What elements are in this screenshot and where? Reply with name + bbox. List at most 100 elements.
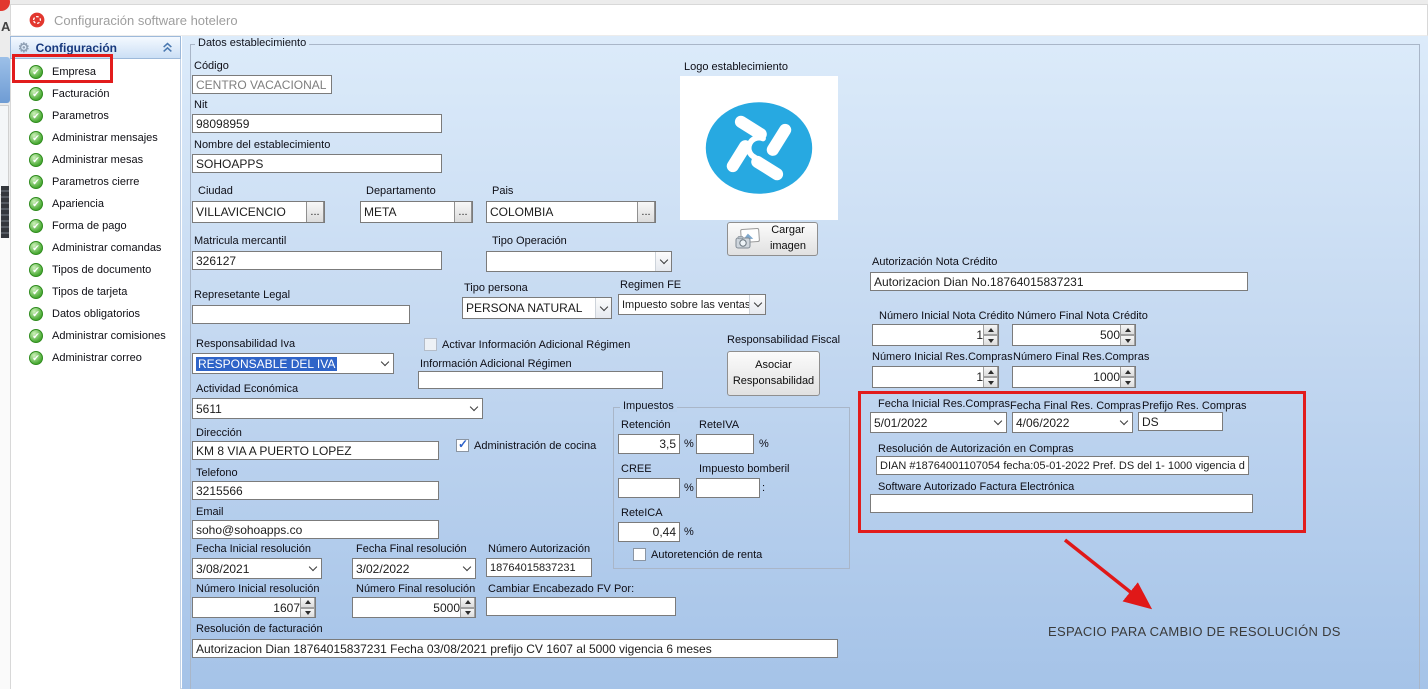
spin-down-button[interactable] (1120, 335, 1135, 346)
sidebar-item-administrar-mesas[interactable]: ✔Administrar mesas (10, 150, 181, 170)
check-icon: ✔ (29, 329, 43, 343)
chevron-down-icon[interactable] (655, 251, 671, 272)
fecha-final-resolucion-picker[interactable]: 3/02/2022 (352, 558, 476, 579)
sidebar-item-administrar-correo[interactable]: ✔Administrar correo (10, 348, 181, 368)
spin-up-button[interactable] (983, 324, 998, 335)
activar-info-checkbox[interactable] (424, 338, 437, 351)
autoretencion-checkbox[interactable] (633, 548, 646, 561)
sidebar-item-administrar-comisiones[interactable]: ✔Administrar comisiones (10, 326, 181, 346)
check-icon: ✔ (29, 153, 43, 167)
pais-field[interactable]: COLOMBIA ... (486, 201, 656, 223)
regimen-fe-select[interactable]: Impuesto sobre las ventas (618, 294, 766, 315)
spin-down-button[interactable] (1120, 377, 1135, 388)
check-icon: ✔ (29, 351, 43, 365)
sidebar-item-administrar-comandas[interactable]: ✔Administrar comandas (10, 238, 181, 258)
sidebar-item-parametros[interactable]: ✔Parametros (10, 106, 181, 126)
retencion-field[interactable]: 3,5 (618, 434, 680, 454)
sidebar-item-forma-de-pago[interactable]: ✔Forma de pago (10, 216, 181, 236)
percent-label: % (684, 438, 694, 450)
spin-up-button[interactable] (300, 597, 315, 608)
cargar-imagen-button[interactable]: Cargar imagen (727, 222, 818, 256)
admin-cocina-checkbox[interactable] (456, 439, 469, 452)
numero-inicial-nc-stepper[interactable]: 1 (872, 324, 999, 346)
responsabilidad-iva-select[interactable]: RESPONSABLE DEL IVA (192, 353, 394, 374)
tipo-operacion-select[interactable] (486, 251, 672, 272)
numero-final-resolucion-stepper[interactable]: 5000 (352, 597, 476, 618)
ciudad-field[interactable]: VILLAVICENCIO ... (192, 201, 325, 223)
email-field[interactable]: soho@sohoapps.co (192, 520, 439, 539)
sidebar-item-label: Tipos de tarjeta (52, 286, 127, 298)
numero-final-nc-stepper[interactable]: 500 (1012, 324, 1136, 346)
bomberil-field[interactable] (696, 478, 760, 498)
chevron-down-icon[interactable] (990, 412, 1006, 433)
fecha-final-rc-picker[interactable]: 4/06/2022 (1012, 412, 1133, 433)
sidebar-item-tipos-de-documento[interactable]: ✔Tipos de documento (10, 260, 181, 280)
resolucion-compras-label: Resolución de Autorización en Compras (878, 443, 1074, 455)
spin-down-button[interactable] (300, 608, 315, 619)
matricula-field[interactable]: 326127 (192, 251, 442, 270)
sidebar-item-facturación[interactable]: ✔Facturación (10, 84, 181, 104)
software-fe-field[interactable] (870, 494, 1253, 513)
spin-down-button[interactable] (983, 377, 998, 388)
check-icon: ✔ (29, 131, 43, 145)
spin-down-button[interactable] (983, 335, 998, 346)
chevron-down-icon[interactable] (1116, 412, 1132, 433)
numero-autorizacion-field[interactable]: 18764015837231 (486, 558, 592, 577)
sidebar-item-datos-obligatorios[interactable]: ✔Datos obligatorios (10, 304, 181, 324)
pais-label: Pais (492, 185, 513, 197)
numero-inicial-resolucion-stepper[interactable]: 1607 (192, 597, 316, 618)
autorizacion-nc-field[interactable]: Autorizacion Dian No.18764015837231 (870, 272, 1248, 291)
cambiar-encabezado-field[interactable] (486, 597, 676, 616)
sidebar-item-administrar-mensajes[interactable]: ✔ Administrar mensajes (10, 128, 181, 148)
chevron-down-icon[interactable] (466, 398, 482, 419)
chevron-down-icon[interactable] (749, 294, 765, 315)
chevron-down-icon[interactable] (595, 297, 611, 319)
background-dark-strip (1, 186, 9, 238)
actividad-select[interactable]: 5611 (192, 398, 483, 419)
chevron-down-icon[interactable] (305, 558, 321, 579)
logo-preview (680, 76, 838, 220)
pais-browse-button[interactable]: ... (637, 201, 655, 223)
chevron-down-icon[interactable] (459, 558, 475, 579)
sidebar-header-label: Configuración (36, 41, 156, 55)
resolucion-compras-field[interactable]: DIAN #18764001107054 fecha:05-01-2022 Pr… (876, 456, 1249, 475)
sidebar-item-label: Administrar mensajes (52, 132, 158, 144)
spin-up-button[interactable] (460, 597, 475, 608)
prefijo-rc-field[interactable]: DS (1138, 412, 1223, 431)
numero-final-resolucion-label: Número Final resolución (356, 583, 475, 595)
sidebar-item-apariencia[interactable]: ✔Apariencia (10, 194, 181, 214)
check-icon: ✔ (29, 87, 43, 101)
collapse-chevrons-icon[interactable] (162, 42, 173, 53)
sidebar-item-tipos-de-tarjeta[interactable]: ✔Tipos de tarjeta (10, 282, 181, 302)
resolucion-facturacion-field[interactable]: Autorizacion Dian 18764015837231 Fecha 0… (192, 639, 838, 658)
telefono-field[interactable]: 3215566 (192, 481, 439, 500)
spin-up-button[interactable] (1120, 324, 1135, 335)
spin-up-button[interactable] (1120, 366, 1135, 377)
spin-down-button[interactable] (460, 608, 475, 619)
fecha-inicial-rc-picker[interactable]: 5/01/2022 (870, 412, 1007, 433)
responsabilidad-iva-label: Responsabilidad Iva (196, 338, 295, 350)
direccion-field[interactable]: KM 8 VIA A PUERTO LOPEZ (192, 441, 439, 460)
autoretencion-label: Autoretención de renta (651, 549, 762, 561)
info-adicional-field[interactable] (418, 371, 663, 389)
tipo-persona-select[interactable]: PERSONA NATURAL (462, 297, 612, 319)
representante-field[interactable] (192, 305, 410, 324)
cree-field[interactable] (618, 478, 680, 498)
spin-up-button[interactable] (983, 366, 998, 377)
numero-final-rc-stepper[interactable]: 1000 (1012, 366, 1136, 388)
numero-inicial-rc-stepper[interactable]: 1 (872, 366, 999, 388)
departamento-field[interactable]: META ... (360, 201, 473, 223)
departamento-browse-button[interactable]: ... (454, 201, 472, 223)
app-icon (29, 12, 45, 28)
nit-field[interactable]: 98098959 (192, 114, 442, 133)
ciudad-browse-button[interactable]: ... (306, 201, 324, 223)
sidebar-item-parametros-cierre[interactable]: ✔Parametros cierre (10, 172, 181, 192)
reteiva-field[interactable] (696, 434, 754, 454)
regimen-fe-label: Regimen FE (620, 279, 681, 291)
asociar-responsabilidad-button[interactable]: Asociar Responsabilidad (727, 351, 820, 396)
chevron-down-icon[interactable] (377, 353, 393, 374)
numero-inicial-nc-label: Número Inicial Nota Crédito (879, 310, 1014, 322)
reteica-field[interactable]: 0,44 (618, 522, 680, 542)
nombre-field[interactable]: SOHOAPPS (192, 154, 442, 173)
fecha-inicial-resolucion-picker[interactable]: 3/08/2021 (192, 558, 322, 579)
